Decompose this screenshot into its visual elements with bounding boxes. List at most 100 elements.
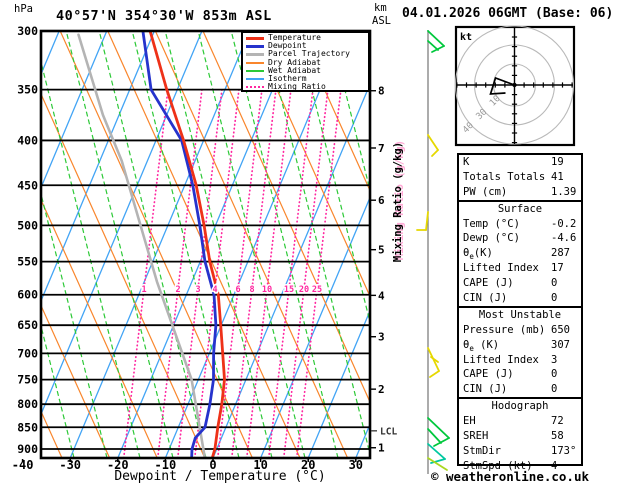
lcl-marker: LCL [371, 426, 397, 437]
svg-text:-40: -40 [12, 458, 34, 472]
svg-text:8: 8 [378, 85, 385, 98]
svg-text:300: 300 [17, 24, 38, 38]
legend-label: Mixing Ratio [268, 82, 326, 92]
svg-text:400: 400 [17, 133, 38, 147]
copyright-notice: © weatheronline.co.uk [430, 469, 590, 484]
dewpoint-curve [141, 31, 218, 458]
table-section-header: Most Unstable [478, 308, 562, 321]
table-section: K 19 Totals Totals 41 PW (cm) 1.39 [459, 155, 581, 200]
table-section-header: Hodograph [491, 400, 549, 413]
plot-legend: Temperature Dewpoint Parcel Trajectory Dry … [241, 31, 370, 92]
wind-barb [427, 428, 442, 444]
table-row-value: 0 [551, 292, 558, 305]
legend-item: Mixing Ratio [246, 83, 366, 91]
svg-text:25: 25 [312, 285, 322, 295]
svg-text:7: 7 [378, 142, 385, 155]
svg-text:850: 850 [17, 420, 38, 434]
table-row-value: 17 [551, 262, 564, 275]
svg-text:350: 350 [17, 83, 38, 97]
legend-line-sample [246, 78, 264, 81]
table-row: CAPE (J) 0 [459, 367, 581, 382]
indices-table: K 19 Totals Totals 41 PW (cm) 1.39 Surface Temp… [457, 153, 583, 472]
table-row-label: SREH [463, 430, 489, 443]
svg-text:700: 700 [17, 346, 38, 360]
table-row-label: Temp (°C) [463, 217, 520, 230]
table-row: CIN (J) 0 [459, 382, 581, 397]
table-row-label: θe(K) [463, 247, 493, 262]
table-row-label: Pressure (mb) [463, 323, 546, 336]
wind-barb [429, 370, 440, 378]
table-row-label: Dewp (°C) [463, 232, 520, 245]
table-row: PW (cm) 1.39 [459, 185, 581, 200]
km-asl-axis: 8 7 6 5 4 3 2 1 [371, 85, 385, 455]
table-row-label: Lifted Index [463, 262, 539, 275]
table-row: Temp (°C) -0.2 [459, 217, 581, 232]
svg-text:650: 650 [17, 318, 38, 332]
svg-text:1: 1 [141, 285, 146, 295]
legend-line-sample [246, 44, 264, 48]
legend-line-sample [246, 52, 264, 56]
table-row-value: 3 [551, 353, 558, 366]
table-row: θe (K) 307 [459, 338, 581, 353]
sounding-location-title: 40°57'N 354°30'W 853m ASL [56, 8, 272, 24]
wind-barb [431, 149, 439, 157]
mixing-ratio-lines [122, 89, 342, 458]
svg-text:6: 6 [235, 285, 240, 295]
table-row-value: 1.39 [551, 185, 577, 198]
table-row-value: 0 [551, 383, 558, 396]
table-row-value: -0.2 [551, 217, 577, 230]
table-row-label: Lifted Index [463, 353, 539, 366]
altitude-axis-unit-km: km [374, 2, 387, 14]
skewt-sounding-page: 1 2 3 4 6 8 10 15 20 25 300 350 400 450 500 550 600 650 70… [0, 0, 629, 486]
svg-text:550: 550 [17, 255, 38, 269]
svg-text:800: 800 [17, 397, 38, 411]
table-row: K 19 [459, 155, 581, 170]
svg-text:500: 500 [17, 218, 38, 232]
table-row-value: 0 [551, 277, 558, 290]
svg-text:10: 10 [262, 285, 272, 295]
table-row-value: 58 [551, 430, 564, 443]
wind-barb-column [416, 30, 450, 474]
svg-text:15: 15 [284, 285, 294, 295]
table-row-label: CAPE (J) [463, 277, 514, 290]
table-row-label: CIN (J) [463, 292, 508, 305]
table-row-value: 307 [551, 338, 570, 351]
legend-line-sample [246, 86, 264, 89]
svg-text:3: 3 [195, 285, 200, 295]
legend-line-sample [246, 61, 264, 64]
svg-text:600: 600 [17, 288, 38, 302]
svg-text:20: 20 [299, 285, 309, 295]
svg-text:2: 2 [378, 383, 385, 396]
table-row: SREH 58 [459, 429, 581, 444]
table-row-value: 41 [551, 170, 564, 183]
table-section: Most Unstable Pressure (mb) 650 θe (K) 307 Li… [459, 305, 581, 397]
table-row-value: 650 [551, 323, 570, 336]
svg-text:5: 5 [378, 244, 385, 257]
plot-border [39, 29, 372, 460]
table-row-label: PW (cm) [463, 185, 508, 198]
svg-text:LCL: LCL [380, 426, 397, 437]
table-row: CIN (J) 0 [459, 291, 581, 306]
table-row: Lifted Index 3 [459, 353, 581, 368]
table-row-value: 19 [551, 156, 564, 168]
svg-text:2: 2 [175, 285, 180, 295]
table-row-label: θe (K) [463, 338, 500, 353]
table-row-label: StmDir [463, 444, 501, 457]
table-row-value: 287 [551, 247, 570, 260]
legend-line-sample [246, 69, 264, 72]
table-row-value: 173° [551, 444, 577, 457]
table-section-header: Surface [497, 202, 543, 215]
svg-text:450: 450 [17, 178, 38, 192]
table-row-value: 0 [551, 368, 558, 381]
table-row-value: -4.6 [551, 232, 577, 245]
table-row: CAPE (J) 0 [459, 276, 581, 291]
table-row: EH 72 [459, 414, 581, 429]
x-axis-title: Dewpoint / Temperature (°C) [114, 469, 326, 484]
temperature-curve [148, 31, 226, 458]
table-row-label: Totals Totals [463, 170, 546, 183]
pressure-axis-unit: hPa [14, 3, 33, 15]
table-row: θe(K) 287 [459, 246, 581, 261]
wind-barb [427, 417, 450, 439]
table-section: Surface Temp (°C) -0.2 Dewp (°C) -4.6 θe(K) 28… [459, 199, 581, 306]
svg-text:1: 1 [378, 442, 385, 455]
